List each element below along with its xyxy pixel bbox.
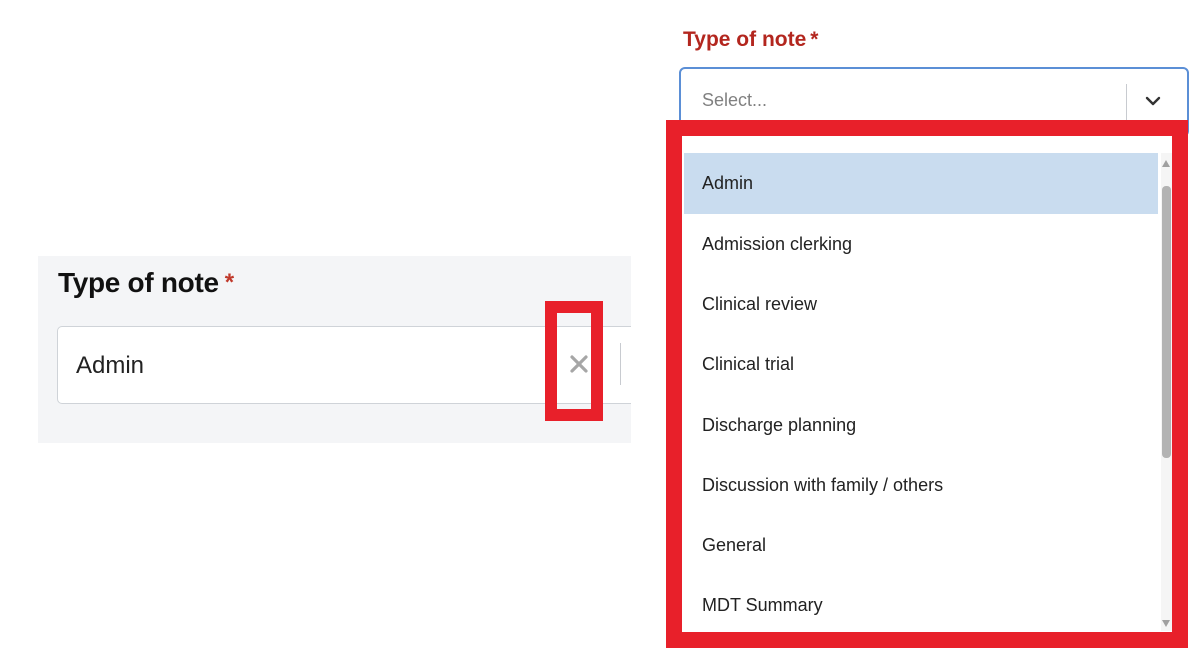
type-of-note-label: Type of note * xyxy=(58,267,234,299)
select-placeholder: Select... xyxy=(702,90,768,110)
label-text: Type of note xyxy=(683,28,807,51)
option-clinical-review[interactable]: Clinical review xyxy=(684,274,1158,334)
option-general[interactable]: General xyxy=(684,515,1158,575)
label-text: Type of note xyxy=(58,267,219,298)
selected-value: Admin xyxy=(76,352,145,379)
indicator-separator xyxy=(620,343,621,385)
clear-button-highlight xyxy=(545,301,603,421)
required-asterisk: * xyxy=(810,28,819,51)
type-of-note-label-open: Type of note * xyxy=(683,28,818,52)
dropdown-toggle[interactable] xyxy=(1139,90,1167,112)
scroll-down-arrow-icon[interactable] xyxy=(1162,620,1170,627)
indicator-separator xyxy=(1126,84,1127,120)
option-mdt-summary[interactable]: MDT Summary xyxy=(684,576,1158,636)
options-menu: Admin Admission clerking Clinical review… xyxy=(684,153,1158,636)
option-admin[interactable]: Admin xyxy=(684,153,1158,214)
required-asterisk: * xyxy=(224,269,234,296)
scroll-up-arrow-icon[interactable] xyxy=(1162,160,1170,167)
option-discussion-with-family[interactable]: Discussion with family / others xyxy=(684,455,1158,515)
option-clinical-trial[interactable]: Clinical trial xyxy=(684,335,1158,395)
option-admission-clerking[interactable]: Admission clerking xyxy=(684,214,1158,274)
chevron-down-icon xyxy=(1145,96,1161,106)
menu-scrollbar-thumb[interactable] xyxy=(1162,186,1171,458)
option-discharge-planning[interactable]: Discharge planning xyxy=(684,395,1158,455)
panel-clip xyxy=(631,256,667,443)
